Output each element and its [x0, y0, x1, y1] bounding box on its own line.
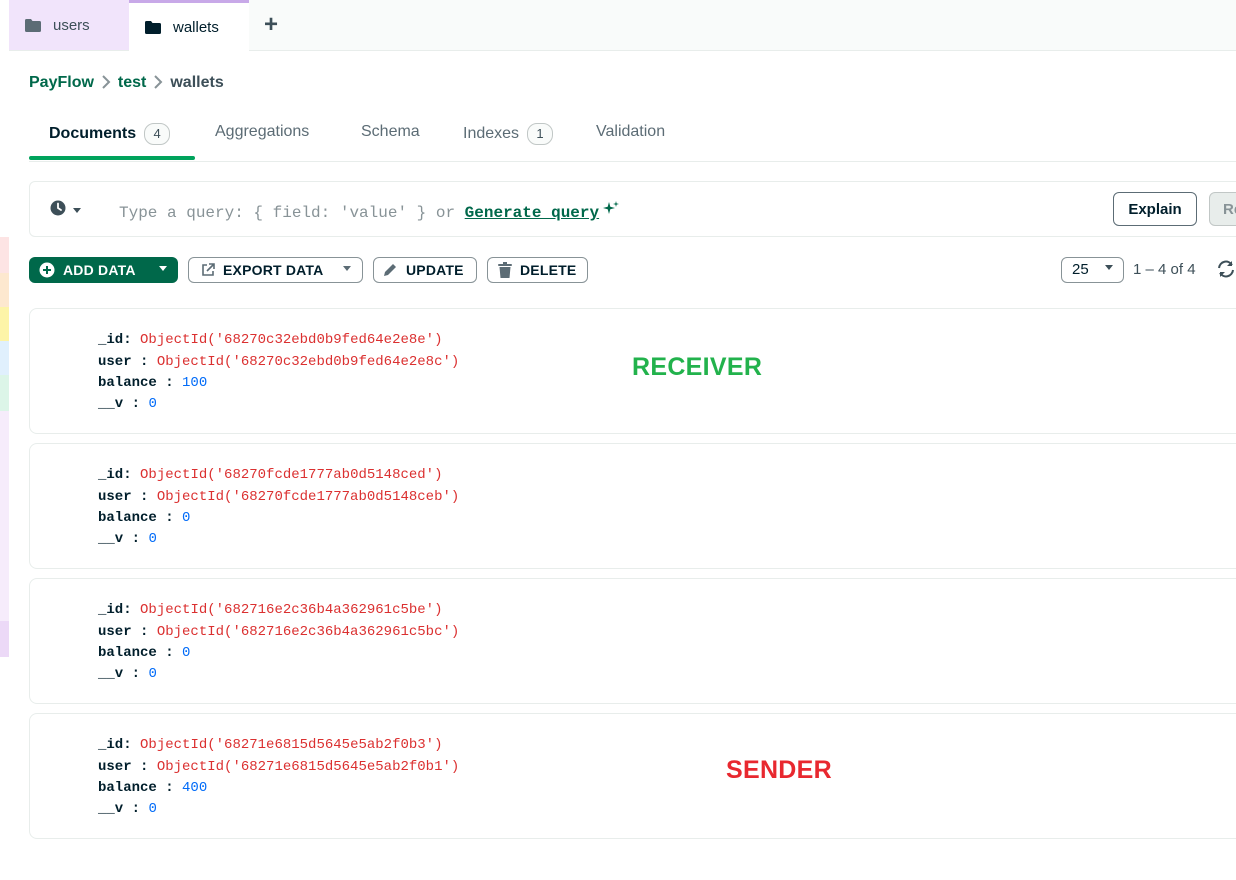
explain-button[interactable]: Explain	[1113, 192, 1197, 226]
field-id: _id: ObjectId('68271e6815d5645e5ab2f0b3'…	[98, 737, 443, 753]
trash-icon	[498, 262, 512, 278]
pencil-icon	[382, 262, 398, 278]
document-card[interactable]: _id: ObjectId('682716e2c36b4a362961c5be'…	[29, 578, 1236, 704]
add-data-label: ADD DATA	[63, 262, 136, 278]
tab-aggregations-label: Aggregations	[215, 123, 310, 140]
query-bar: Type a query: { field: 'value' } or Gene…	[29, 181, 1236, 237]
export-icon	[201, 263, 215, 277]
folder-icon	[145, 21, 161, 34]
active-tab-indicator	[29, 156, 195, 160]
breadcrumb-collection: wallets	[170, 74, 224, 91]
breadcrumb-cluster[interactable]: PayFlow	[29, 74, 94, 92]
reset-button[interactable]: Re	[1209, 192, 1236, 226]
query-history-button[interactable]	[50, 200, 82, 221]
tab-users[interactable]: users	[9, 0, 129, 50]
breadcrumb: PayFlow test wallets	[29, 72, 224, 94]
refresh-icon[interactable]	[1216, 259, 1236, 284]
field-id: _id: ObjectId('682716e2c36b4a362961c5be'…	[98, 602, 443, 618]
field-version: __v : 0	[98, 666, 157, 682]
tab-documents[interactable]: Documents 4	[49, 123, 171, 145]
caret-down-icon	[158, 265, 168, 276]
generate-query-link[interactable]: Generate query	[465, 204, 599, 222]
chevron-right-icon	[101, 74, 111, 92]
tab-documents-label: Documents	[49, 125, 137, 142]
field-balance: balance : 0	[98, 645, 191, 661]
update-button[interactable]: UPDATE	[373, 257, 477, 283]
field-balance: balance : 100	[98, 375, 208, 391]
tab-schema[interactable]: Schema	[361, 123, 420, 141]
sparkle-icon	[603, 201, 620, 222]
caret-down-icon	[1104, 258, 1114, 282]
documents-count-badge: 4	[144, 123, 171, 145]
new-tab-plus-icon[interactable]: +	[259, 12, 283, 38]
document-card[interactable]: _id: ObjectId('68270fcde1777ab0d5148ced'…	[29, 443, 1236, 569]
query-placeholder: Type a query: { field: 'value' } or	[119, 204, 456, 222]
tab-users-label: users	[53, 16, 90, 34]
tab-wallets-label: wallets	[173, 18, 219, 36]
tab-indexes-label: Indexes	[463, 125, 520, 142]
delete-button[interactable]: DELETE	[487, 257, 588, 283]
workspace-tab-bar: users wallets +	[9, 0, 1236, 51]
tab-validation-label: Validation	[596, 123, 666, 140]
update-label: UPDATE	[406, 262, 464, 278]
field-balance: balance : 400	[98, 780, 208, 796]
caret-down-icon	[342, 265, 352, 276]
indexes-count-badge: 1	[527, 123, 554, 145]
export-data-button[interactable]: EXPORT DATA	[188, 257, 363, 283]
field-id: _id: ObjectId('68270c32ebd0b9fed64e2e8e'…	[98, 332, 443, 348]
document-card[interactable]: _id: ObjectId('68271e6815d5645e5ab2f0b3'…	[29, 713, 1236, 839]
delete-label: DELETE	[520, 262, 577, 278]
receiver-annotation: RECEIVER	[632, 353, 763, 381]
field-user: user : ObjectId('68270fcde1777ab0d5148ce…	[98, 489, 460, 505]
tab-indexes[interactable]: Indexes 1	[463, 123, 554, 145]
plus-circle-icon	[39, 262, 55, 278]
field-user: user : ObjectId('68271e6815d5645e5ab2f0b…	[98, 759, 460, 775]
field-version: __v : 0	[98, 531, 157, 547]
pagination-range: 1 – 4 of 4	[1133, 261, 1196, 278]
export-data-label: EXPORT DATA	[223, 262, 324, 278]
page-size-value: 25	[1072, 261, 1089, 278]
breadcrumb-database[interactable]: test	[118, 74, 146, 92]
field-id: _id: ObjectId('68270fcde1777ab0d5148ced'…	[98, 467, 443, 483]
query-input[interactable]: Type a query: { field: 'value' } or Gene…	[119, 201, 620, 222]
chevron-right-icon	[153, 74, 163, 92]
collection-tabs: Documents 4 Aggregations Schema Indexes …	[29, 113, 1236, 162]
sender-annotation: SENDER	[726, 756, 832, 784]
add-data-button[interactable]: ADD DATA	[29, 257, 178, 283]
tab-wallets[interactable]: wallets	[129, 0, 249, 51]
field-user: user : ObjectId('68270c32ebd0b9fed64e2e8…	[98, 354, 460, 370]
tab-aggregations[interactable]: Aggregations	[215, 123, 309, 141]
tab-schema-label: Schema	[361, 123, 420, 140]
field-version: __v : 0	[98, 396, 157, 412]
document-card[interactable]: _id: ObjectId('68270c32ebd0b9fed64e2e8e'…	[29, 308, 1236, 434]
page-size-select[interactable]: 25	[1061, 257, 1124, 283]
field-version: __v : 0	[98, 801, 157, 817]
left-panel-edge	[0, 0, 9, 880]
caret-down-icon	[72, 202, 82, 220]
folder-icon	[25, 19, 41, 32]
clock-icon	[50, 200, 66, 221]
field-user: user : ObjectId('682716e2c36b4a362961c5b…	[98, 624, 460, 640]
tab-validation[interactable]: Validation	[596, 123, 665, 141]
field-balance: balance : 0	[98, 510, 191, 526]
